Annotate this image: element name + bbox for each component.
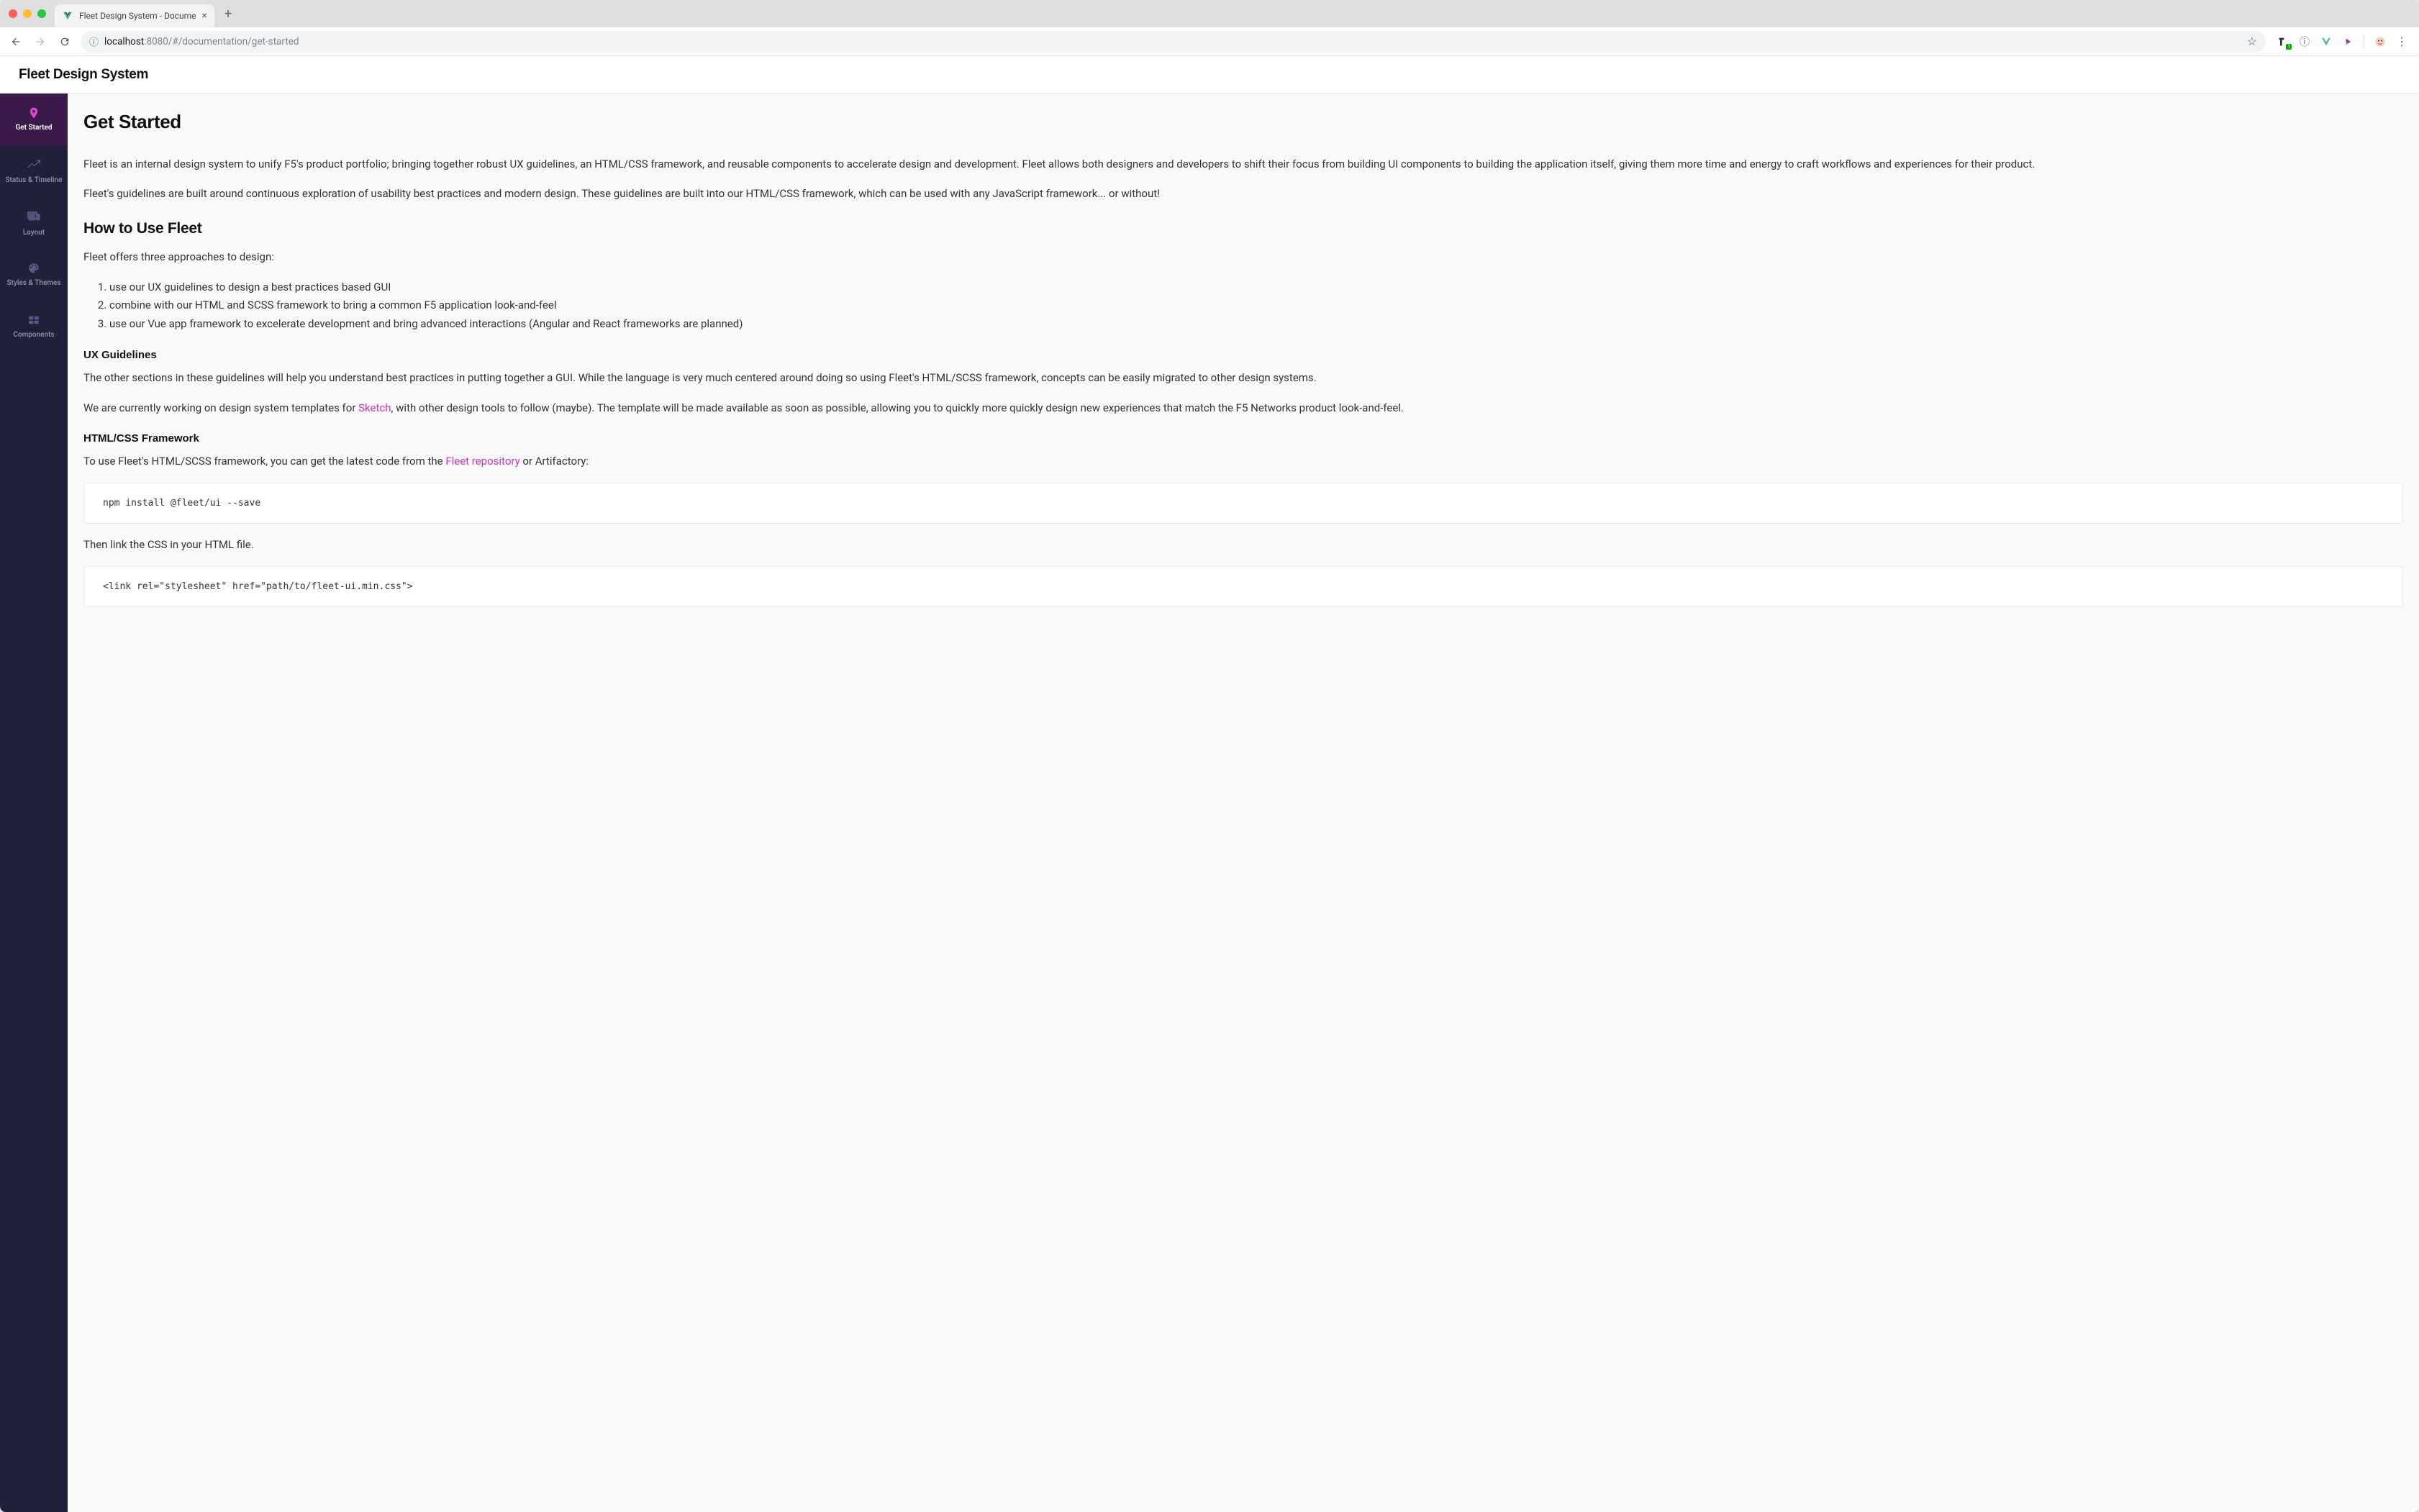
how-to-intro: Fleet offers three approaches to design: bbox=[83, 249, 2403, 265]
reload-button[interactable] bbox=[56, 33, 73, 50]
extension-play-icon[interactable] bbox=[2342, 36, 2354, 47]
intro-paragraph-2: Fleet's guidelines are built around cont… bbox=[83, 186, 2403, 202]
link-css-paragraph: Then link the CSS in your HTML file. bbox=[83, 537, 2403, 553]
browser-menu-button[interactable]: ⋮ bbox=[2396, 35, 2407, 48]
intro-paragraph-1: Fleet is an internal design system to un… bbox=[83, 156, 2403, 173]
bookmark-icon[interactable]: ☆ bbox=[2247, 35, 2257, 48]
sidebar-item-layout[interactable]: Layout bbox=[0, 197, 68, 249]
code-block-npm[interactable]: npm install @fleet/ui --save bbox=[83, 483, 2403, 524]
sidebar-item-status-timeline[interactable]: Status & Timeline bbox=[0, 145, 68, 197]
maximize-window-button[interactable] bbox=[37, 9, 46, 18]
repo-link[interactable]: Fleet repository bbox=[445, 455, 519, 468]
sketch-link[interactable]: Sketch bbox=[358, 401, 391, 414]
extension-vue-icon[interactable] bbox=[2320, 36, 2332, 47]
timeline-icon bbox=[27, 158, 41, 172]
sidebar: Get Started Status & Timeline Layout bbox=[0, 94, 68, 1512]
app-body: Get Started Status & Timeline Layout bbox=[0, 94, 2419, 1512]
sidebar-item-label: Layout bbox=[23, 229, 45, 237]
extension-devtools-icon[interactable]: 1 bbox=[2277, 36, 2289, 47]
minimize-window-button[interactable] bbox=[23, 9, 32, 18]
browser-window: Fleet Design System - Docume × + ⓘ local… bbox=[0, 0, 2419, 1512]
ux-guidelines-heading: UX Guidelines bbox=[83, 349, 2403, 361]
page-title: Get Started bbox=[83, 111, 2403, 133]
url-text: localhost:8080/#/documentation/get-start… bbox=[104, 36, 299, 47]
content[interactable]: Get Started Fleet is an internal design … bbox=[68, 94, 2419, 1512]
devices-icon bbox=[26, 209, 42, 224]
palette-icon bbox=[27, 262, 40, 275]
address-bar[interactable]: ⓘ localhost:8080/#/documentation/get-sta… bbox=[81, 31, 2266, 53]
new-tab-button[interactable]: + bbox=[220, 6, 236, 22]
forward-button[interactable] bbox=[32, 33, 49, 50]
map-pin-icon bbox=[27, 106, 40, 119]
how-to-heading: How to Use Fleet bbox=[83, 220, 2403, 237]
sidebar-item-get-started[interactable]: Get Started bbox=[0, 94, 68, 145]
browser-tab[interactable]: Fleet Design System - Docume × bbox=[55, 4, 214, 27]
list-item: use our Vue app framework to excelerate … bbox=[109, 315, 2403, 334]
extension-icons: 1 ⓘ ⋮ bbox=[2273, 35, 2412, 48]
profile-avatar-icon[interactable] bbox=[2374, 36, 2386, 47]
sidebar-item-components[interactable]: Components bbox=[0, 301, 68, 352]
traffic-lights bbox=[9, 9, 46, 18]
sidebar-item-label: Status & Timeline bbox=[5, 176, 62, 185]
sidebar-item-styles-themes[interactable]: Styles & Themes bbox=[0, 249, 68, 301]
tab-title: Fleet Design System - Docume bbox=[79, 11, 196, 21]
list-item: combine with our HTML and SCSS framework… bbox=[109, 296, 2403, 315]
browser-titlebar: Fleet Design System - Docume × + bbox=[0, 0, 2419, 27]
page: Fleet Design System Get Started Status &… bbox=[0, 56, 2419, 1512]
approaches-list: use our UX guidelines to design a best p… bbox=[109, 278, 2403, 334]
close-window-button[interactable] bbox=[9, 9, 17, 18]
app-title: Fleet Design System bbox=[19, 67, 148, 83]
site-info-icon[interactable]: ⓘ bbox=[89, 35, 99, 48]
code-block-link[interactable]: <link rel="stylesheet" href="path/to/fle… bbox=[83, 566, 2403, 607]
framework-heading: HTML/CSS Framework bbox=[83, 432, 2403, 445]
grid-icon bbox=[27, 314, 40, 327]
extension-info-icon[interactable]: ⓘ bbox=[2299, 36, 2310, 47]
framework-paragraph: To use Fleet's HTML/SCSS framework, you … bbox=[83, 453, 2403, 470]
browser-toolbar: ⓘ localhost:8080/#/documentation/get-sta… bbox=[0, 27, 2419, 56]
vue-favicon-icon bbox=[62, 10, 73, 22]
sidebar-item-label: Components bbox=[13, 331, 54, 340]
sidebar-item-label: Styles & Themes bbox=[6, 279, 60, 288]
sidebar-item-label: Get Started bbox=[15, 124, 52, 132]
back-button[interactable] bbox=[7, 33, 24, 50]
list-item: use our UX guidelines to design a best p… bbox=[109, 278, 2403, 297]
ux-paragraph-2: We are currently working on design syste… bbox=[83, 400, 2403, 416]
app-header: Fleet Design System bbox=[0, 56, 2419, 94]
ux-paragraph-1: The other sections in these guidelines w… bbox=[83, 370, 2403, 386]
close-tab-icon[interactable]: × bbox=[201, 10, 206, 22]
